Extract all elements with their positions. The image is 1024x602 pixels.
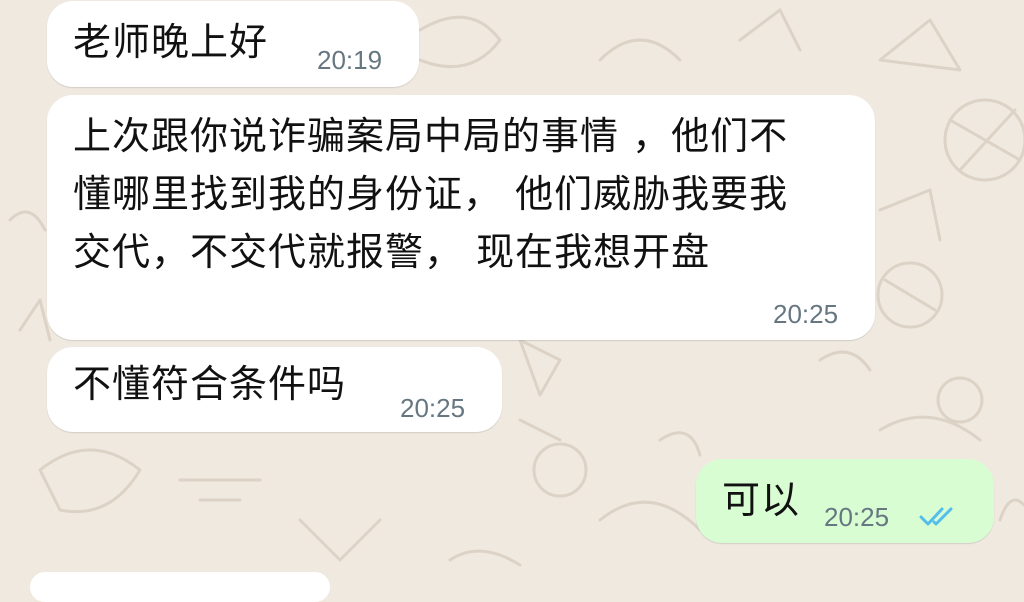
message-text: 不懂符合条件吗 (73, 362, 347, 406)
message-text-line: 上次跟你说诈骗案局中局的事情 ，他们不 (73, 114, 789, 158)
message-bubble[interactable]: 老师晚上好 20:19 (47, 1, 419, 87)
message-timestamp: 20:25 (824, 502, 890, 532)
message-text-line: 懂哪里找到我的身份证， 他们威胁我要我 (73, 172, 789, 216)
message-bubble-outgoing[interactable]: 可以 20:25 (696, 459, 994, 543)
message-bubble[interactable]: 上次跟你说诈骗案局中局的事情 ，他们不 懂哪里找到我的身份证， 他们威胁我要我 … (47, 95, 875, 340)
message-bubble-partial[interactable] (30, 572, 330, 602)
message-timestamp: 20:19 (317, 45, 383, 75)
message-timestamp: 20:25 (773, 299, 839, 329)
message-bubble[interactable]: 不懂符合条件吗 20:25 (47, 347, 502, 432)
message-timestamp: 20:25 (400, 393, 466, 423)
double-check-icon (919, 507, 953, 526)
message-text-line: 交代，不交代就报警， 现在我想开盘 (73, 230, 711, 274)
message-text: 可以 (722, 478, 801, 522)
message-text: 老师晚上好 (73, 20, 269, 64)
